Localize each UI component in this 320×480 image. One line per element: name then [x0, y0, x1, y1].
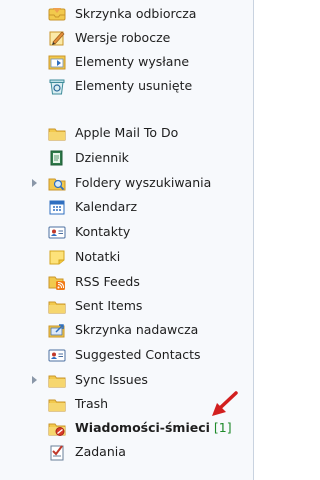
folder-item-contacts[interactable]: Kontakty	[0, 220, 253, 244]
folder-label: Notatki	[75, 249, 121, 264]
folder-label: Elementy usunięte	[75, 78, 193, 93]
folder-label: Kontakty	[75, 224, 131, 239]
notes-icon	[47, 248, 67, 266]
folder-label: Elementy wysłane	[75, 54, 190, 69]
folder-label: Skrzynka odbiorcza	[75, 6, 197, 21]
annotation-arrow-icon	[212, 391, 238, 416]
rss-icon	[47, 273, 67, 291]
folder-label: Skrzynka nadawcza	[75, 322, 199, 337]
folder-item-tasks[interactable]: Zadania	[0, 440, 253, 464]
folder-item-sync-issues[interactable]: Sync Issues	[0, 368, 253, 392]
folder-label: Kalendarz	[75, 199, 138, 214]
folder-item-suggested-contacts[interactable]: Suggested Contacts	[0, 343, 253, 367]
calendar-icon	[47, 198, 67, 216]
folder-item-deleted[interactable]: Elementy usunięte	[0, 74, 253, 98]
outbox-icon	[47, 321, 67, 339]
folder-item-inbox[interactable]: Skrzynka odbiorcza	[0, 2, 253, 26]
folder-item-sent-items[interactable]: Sent Items	[0, 294, 253, 318]
folder-icon	[47, 371, 67, 389]
folder-item-notes[interactable]: Notatki	[0, 245, 253, 269]
folder-item-sent[interactable]: Elementy wysłane	[0, 50, 253, 74]
search-folder-icon	[47, 174, 67, 192]
expand-arrow-icon[interactable]	[32, 179, 37, 187]
folder-item-apple-mail-to-do[interactable]: Apple Mail To Do	[0, 121, 253, 145]
inbox-icon	[47, 5, 67, 23]
folder-label: Wiadomości-śmieci [1]	[75, 419, 232, 437]
folder-item-calendar[interactable]: Kalendarz	[0, 195, 253, 219]
folder-label: Trash	[75, 396, 109, 411]
folder-item-rss-feeds[interactable]: RSS Feeds	[0, 270, 253, 294]
pane-gutter	[254, 0, 273, 480]
tasks-icon	[47, 443, 67, 461]
folder-label: Foldery wyszukiwania	[75, 175, 212, 190]
expand-arrow-icon[interactable]	[32, 376, 37, 384]
folder-item-search-folders[interactable]: Foldery wyszukiwania	[0, 171, 253, 195]
unread-count-badge: [1]	[213, 420, 232, 435]
contacts-icon	[47, 223, 67, 241]
contacts-icon	[47, 346, 67, 364]
folder-icon	[47, 297, 67, 315]
folder-icon	[47, 124, 67, 142]
junk-folder-icon	[47, 419, 67, 437]
folder-label: Wersje robocze	[75, 30, 171, 45]
folder-name: Wiadomości-śmieci	[75, 420, 210, 435]
folder-item-outbox[interactable]: Skrzynka nadawcza	[0, 318, 253, 342]
journal-icon	[47, 149, 67, 167]
folder-icon	[47, 395, 67, 413]
folder-item-journal[interactable]: Dziennik	[0, 146, 253, 170]
folder-label: Sync Issues	[75, 372, 148, 387]
drafts-icon	[47, 29, 67, 47]
folder-label: RSS Feeds	[75, 274, 140, 289]
folder-label: Sent Items	[75, 298, 143, 313]
folder-label: Apple Mail To Do	[75, 125, 179, 140]
folder-label: Dziennik	[75, 150, 129, 165]
sent-items-icon	[47, 53, 67, 71]
folder-label: Zadania	[75, 444, 126, 459]
folder-label: Suggested Contacts	[75, 347, 201, 362]
folder-item-drafts[interactable]: Wersje robocze	[0, 26, 253, 50]
deleted-items-icon	[47, 77, 67, 95]
